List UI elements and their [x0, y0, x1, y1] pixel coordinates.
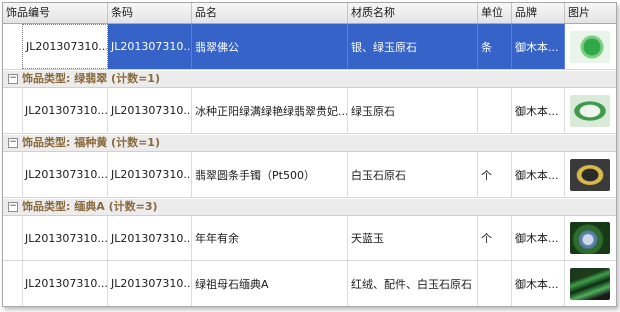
- table-row[interactable]: JL201307310... JL201307310... 年年有余 天蓝玉 个…: [3, 216, 616, 261]
- cell-id[interactable]: JL201307310...: [22, 24, 108, 69]
- column-header-material[interactable]: 材质名称: [348, 3, 478, 23]
- cell-name[interactable]: 年年有余: [192, 216, 348, 260]
- group-row[interactable]: − 饰品类型: 缅典A (计数=3): [3, 199, 616, 216]
- cell-unit[interactable]: [478, 261, 512, 306]
- jade-necklace-image: [570, 267, 610, 300]
- cell-photo[interactable]: [565, 24, 616, 69]
- product-grid: 饰品编号 条码 品名 材质名称 单位 品牌 图片 JL201307310... …: [2, 2, 617, 307]
- cell-material[interactable]: 红绒、配件、白玉石原石: [348, 261, 478, 306]
- column-header-name[interactable]: 品名: [192, 3, 348, 23]
- group-label: 饰品类型: 绿翡翠 (计数=1): [22, 72, 160, 85]
- cell-barcode[interactable]: JL201307310...: [108, 88, 192, 133]
- green-jade-bangle-image: [570, 94, 610, 127]
- cell-id[interactable]: JL201307310...: [22, 152, 108, 197]
- collapse-icon[interactable]: −: [8, 138, 18, 148]
- row-indent: [3, 216, 23, 260]
- cell-name[interactable]: 翡翠佛公: [192, 24, 348, 69]
- cell-unit[interactable]: 条: [478, 24, 512, 69]
- cell-material[interactable]: 银、绿玉原石: [348, 24, 478, 69]
- row-indent: [3, 88, 23, 133]
- column-header-unit[interactable]: 单位: [478, 3, 512, 23]
- cell-photo[interactable]: [565, 216, 616, 260]
- group-row[interactable]: − 饰品类型: 福种黄 (计数=1): [3, 135, 616, 152]
- cell-brand[interactable]: 御木本...: [512, 216, 565, 260]
- column-header-barcode[interactable]: 条码: [108, 3, 192, 23]
- group-row[interactable]: − 饰品类型: 绿翡翠 (计数=1): [3, 71, 616, 88]
- cell-material[interactable]: 天蓝玉: [348, 216, 478, 260]
- cell-barcode[interactable]: JL201307310...: [108, 152, 192, 197]
- grid-header: 饰品编号 条码 品名 材质名称 单位 品牌 图片: [3, 3, 616, 24]
- cell-id[interactable]: JL201307310...: [22, 88, 108, 133]
- green-jade-pendant-image: [570, 30, 610, 63]
- collapse-icon[interactable]: −: [8, 202, 18, 212]
- collapse-icon[interactable]: −: [8, 74, 18, 84]
- cell-photo[interactable]: [565, 88, 616, 133]
- table-row[interactable]: JL201307310... JL201307310... 冰种正阳绿满绿艳绿翡…: [3, 88, 616, 134]
- cell-unit[interactable]: 个: [478, 216, 512, 260]
- cell-barcode[interactable]: JL201307310...: [108, 24, 192, 69]
- column-header-photo[interactable]: 图片: [565, 3, 616, 23]
- row-indent: [3, 261, 23, 306]
- table-row[interactable]: JL201307310... JL201307310... 翡翠佛公 银、绿玉原…: [3, 24, 616, 70]
- cell-name[interactable]: 冰种正阳绿满绿艳绿翡翠贵妃...: [192, 88, 348, 133]
- cell-brand[interactable]: 御木本...: [512, 24, 565, 69]
- cell-photo[interactable]: [565, 261, 616, 306]
- table-row[interactable]: JL201307310... JL201307310... 翡翠圆条手镯（Pt5…: [3, 152, 616, 198]
- cell-name[interactable]: 绿祖母石缅典A: [192, 261, 348, 306]
- cell-barcode[interactable]: JL201307310...: [108, 261, 192, 306]
- column-header-brand[interactable]: 品牌: [512, 3, 565, 23]
- cell-photo[interactable]: [565, 152, 616, 197]
- group-label: 饰品类型: 缅典A (计数=3): [22, 200, 158, 213]
- yellow-jade-bangle-image: [570, 158, 610, 191]
- cell-id[interactable]: JL201307310...: [22, 261, 108, 306]
- table-row[interactable]: JL201307310... JL201307310... 绿祖母石缅典A 红绒…: [3, 261, 616, 306]
- cell-material[interactable]: 白玉石原石: [348, 152, 478, 197]
- cell-brand[interactable]: 御木本...: [512, 152, 565, 197]
- cell-unit[interactable]: 个: [478, 152, 512, 197]
- cell-unit[interactable]: [478, 88, 512, 133]
- cell-material[interactable]: 绿玉原石: [348, 88, 478, 133]
- cell-name[interactable]: 翡翠圆条手镯（Pt500）: [192, 152, 348, 197]
- cell-brand[interactable]: 御木本...: [512, 88, 565, 133]
- row-indent: [3, 24, 23, 69]
- cell-brand[interactable]: 御木本...: [512, 261, 565, 306]
- cell-id[interactable]: JL201307310...: [22, 216, 108, 260]
- cell-barcode[interactable]: JL201307310...: [108, 216, 192, 260]
- row-indent: [3, 152, 23, 197]
- group-label: 饰品类型: 福种黄 (计数=1): [22, 136, 160, 149]
- column-header-id[interactable]: 饰品编号: [3, 3, 108, 23]
- jade-carving-image: [570, 222, 610, 254]
